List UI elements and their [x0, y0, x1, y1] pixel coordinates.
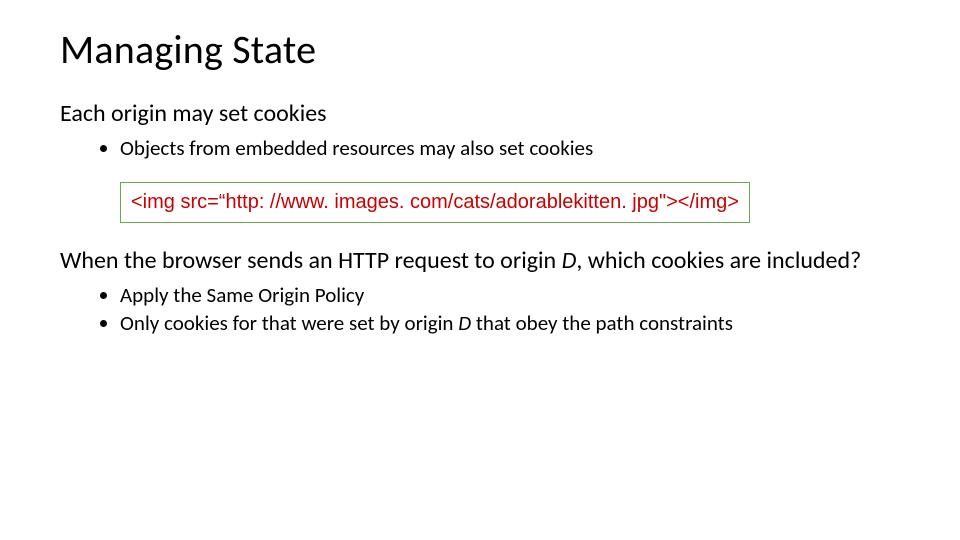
- bullet-var: D: [458, 310, 471, 336]
- slide: Managing State Each origin may set cooki…: [0, 0, 960, 540]
- list-item: Apply the Same Origin Policy: [120, 281, 900, 309]
- question-var: D: [562, 246, 577, 275]
- question-text-post: , which cookies are included?: [576, 246, 861, 275]
- bullet-text-pre: Only cookies for that were set by origin: [120, 310, 458, 336]
- list-item: Only cookies for that were set by origin…: [120, 309, 900, 337]
- code-line: <img src=“http: //www. images. com/cats/…: [131, 191, 739, 213]
- bullet-text-post: that obey the path constraints: [471, 310, 733, 336]
- code-box: <img src=“http: //www. images. com/cats/…: [120, 182, 750, 223]
- section-heading-2: When the browser sends an HTTP request t…: [60, 247, 900, 275]
- bullet-list-1: Objects from embedded resources may also…: [60, 134, 900, 162]
- bullet-list-2: Apply the Same Origin Policy Only cookie…: [60, 281, 900, 338]
- question-text-pre: When the browser sends an HTTP request t…: [60, 246, 562, 275]
- list-item: Objects from embedded resources may also…: [120, 134, 900, 162]
- slide-title: Managing State: [60, 28, 900, 72]
- section-heading-1: Each origin may set cookies: [60, 100, 900, 128]
